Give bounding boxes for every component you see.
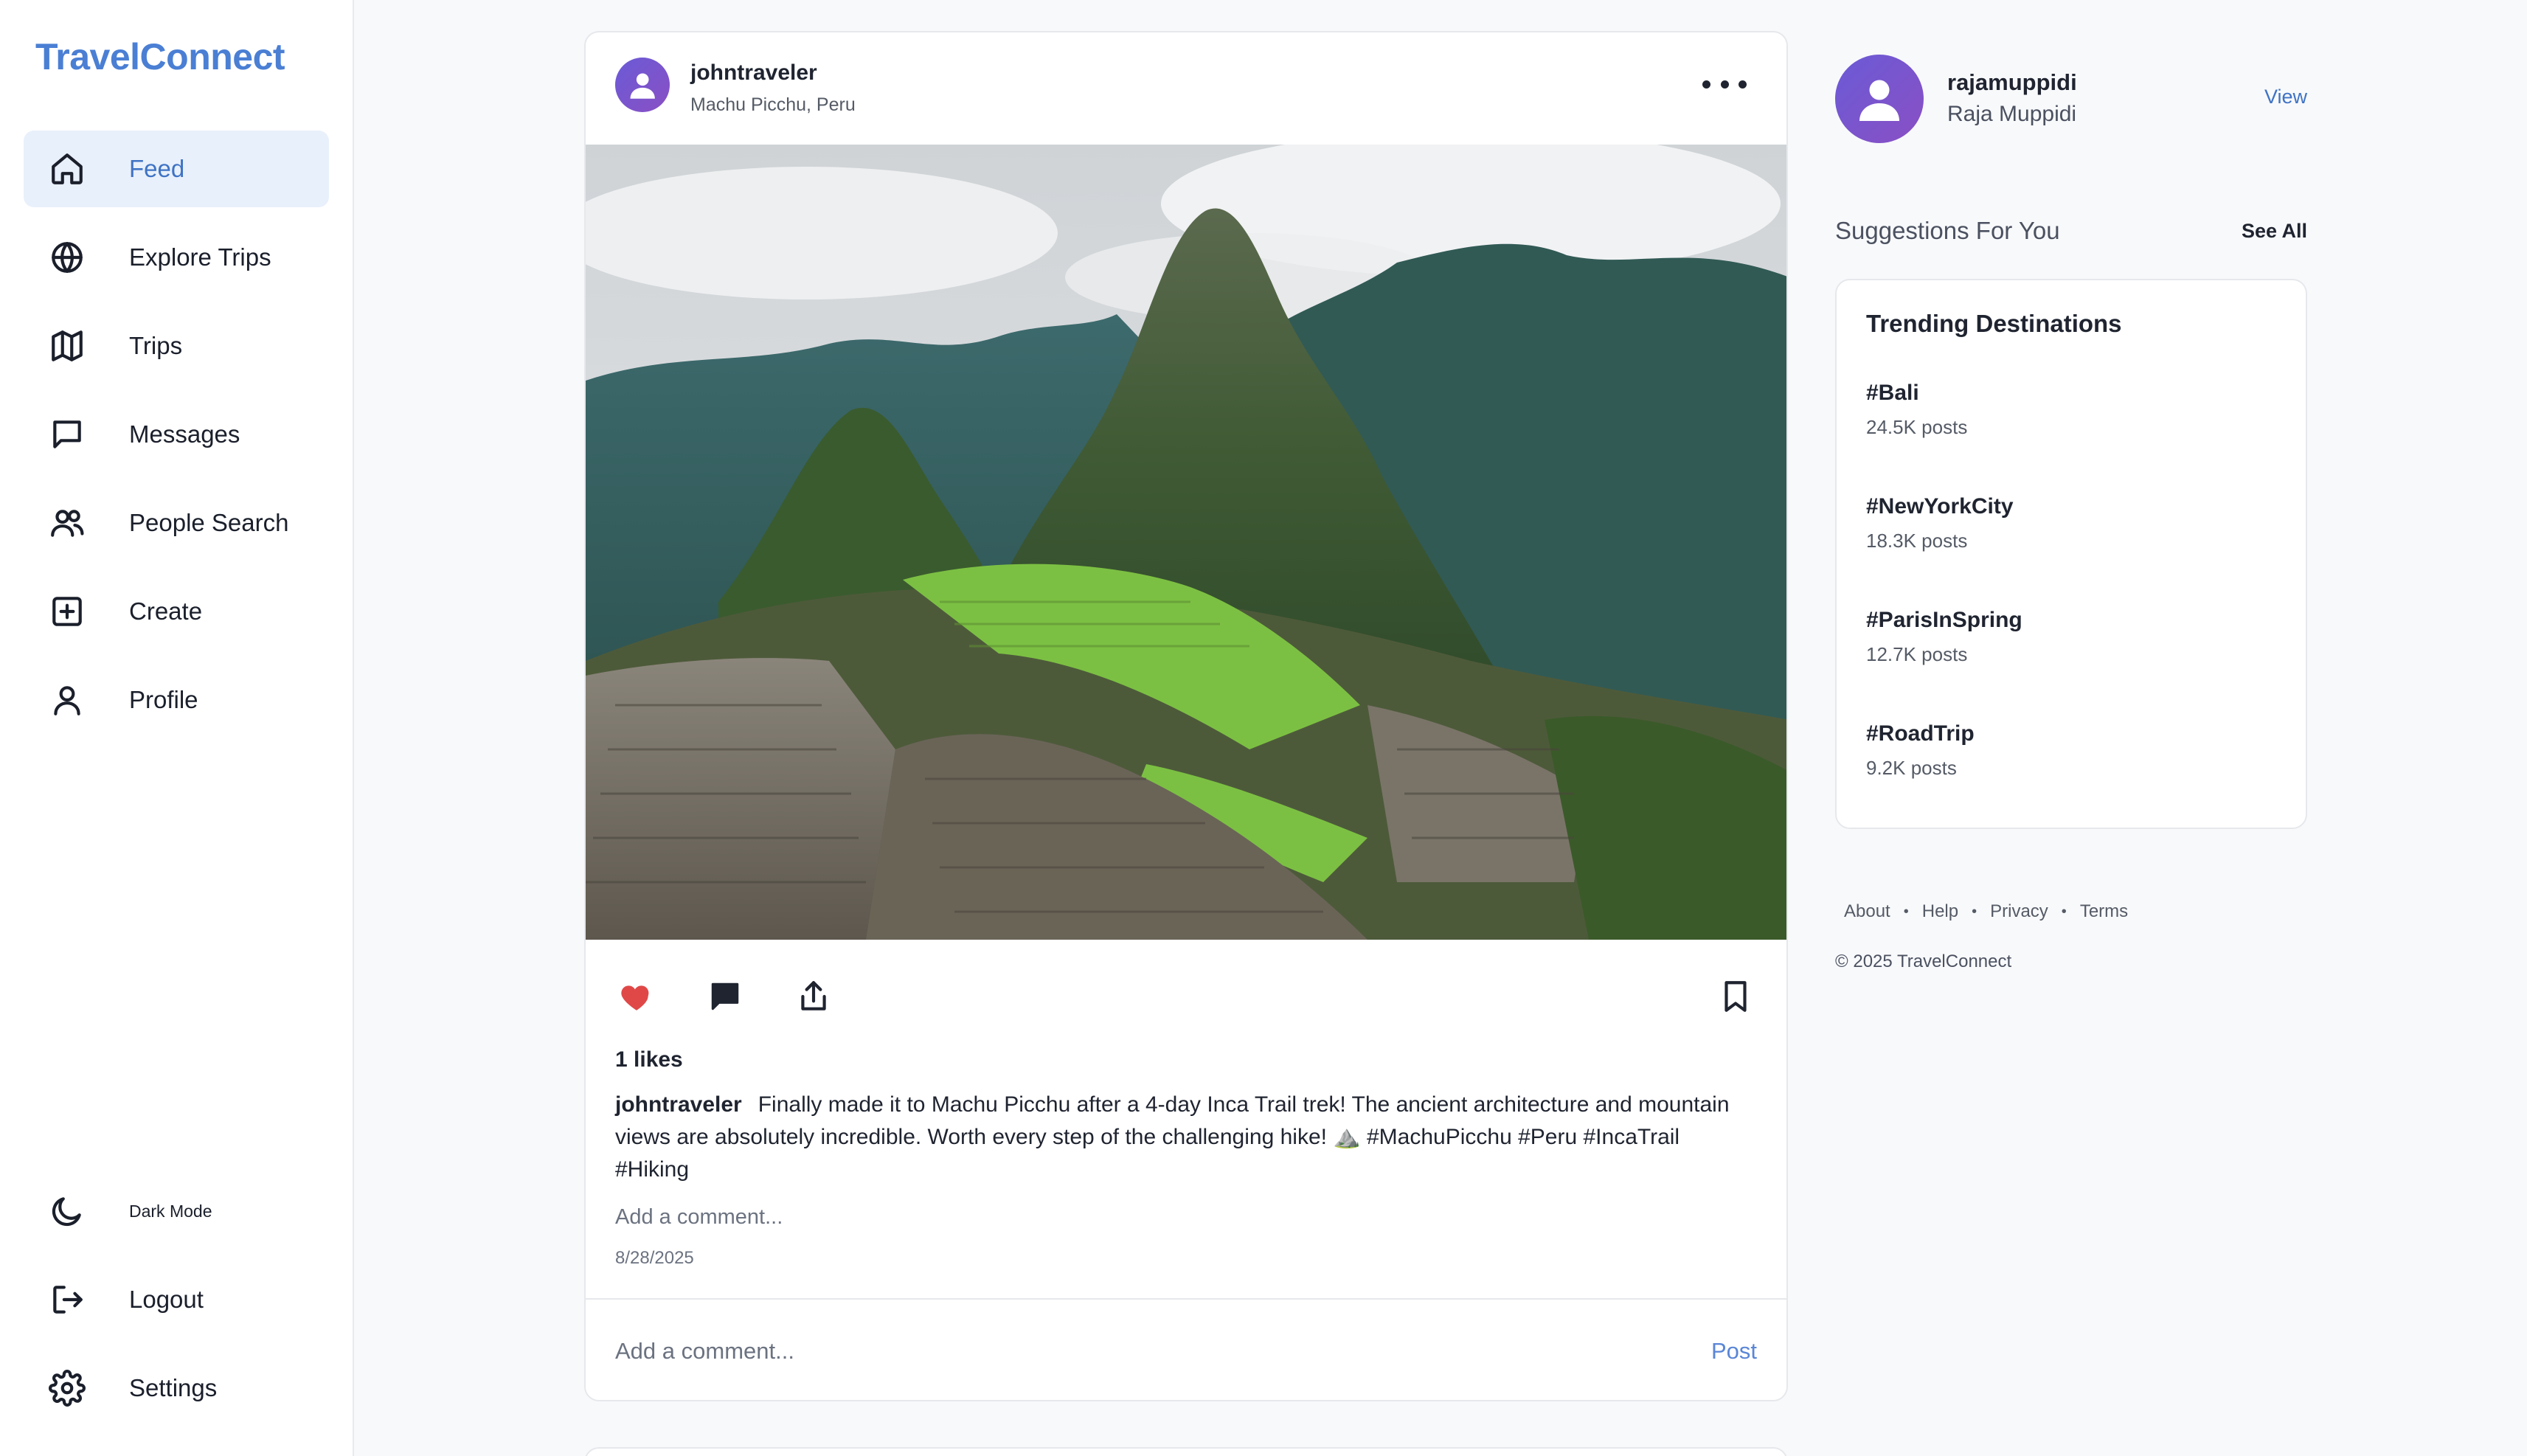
- trending-count: 9.2K posts: [1866, 757, 1957, 779]
- machu-picchu-photo: [586, 145, 1786, 940]
- brand-logo[interactable]: TravelConnect: [35, 35, 285, 78]
- message-icon: [47, 415, 87, 454]
- sidebar-item-trips[interactable]: Trips: [24, 308, 329, 384]
- sidebar-item-label: Settings: [129, 1374, 218, 1401]
- trending-tag: #Bali: [1866, 381, 1919, 405]
- post-header: johntraveler Machu Picchu, Peru: [586, 32, 1786, 145]
- more-options-button[interactable]: [1702, 71, 1747, 97]
- post-caption: johntraveler Finally made it to Machu Pic…: [615, 1089, 1758, 1186]
- share-icon: [801, 981, 826, 1010]
- dot-icon: [1720, 80, 1729, 89]
- comment-input[interactable]: [615, 1329, 1648, 1373]
- map-icon: [47, 326, 87, 366]
- trending-count: 24.5K posts: [1866, 416, 1968, 438]
- dot-icon: [1739, 80, 1747, 89]
- see-all-link[interactable]: See All: [2242, 220, 2307, 243]
- trending-count: 18.3K posts: [1866, 530, 1968, 552]
- sidebar-item-label: Logout: [129, 1286, 204, 1313]
- bookmark-icon: [1724, 981, 1747, 1012]
- sidebar-item-label: Explore Trips: [129, 243, 271, 271]
- users-icon: [47, 503, 87, 543]
- footer-links: About • Help • Privacy • Terms: [1844, 901, 2128, 922]
- feed-post: johntraveler Machu Picchu, Peru 1 likes …: [584, 31, 1788, 1401]
- comment-bar: Post: [586, 1298, 1786, 1400]
- footer-link-privacy[interactable]: Privacy: [1990, 901, 2048, 922]
- post-location[interactable]: Machu Picchu, Peru: [690, 94, 856, 116]
- sidebar-item-label: Dark Mode: [129, 1201, 212, 1221]
- sidebar-item-profile[interactable]: Profile: [24, 662, 329, 738]
- app-root: TravelConnect Feed Explore Trips Trips M…: [0, 0, 2527, 1456]
- sidebar-item-feed[interactable]: Feed: [24, 131, 329, 207]
- moon-icon: [47, 1191, 87, 1231]
- sidebar-item-label: Create: [129, 597, 203, 625]
- comment-icon: [711, 982, 739, 1010]
- sidebar-item-label: Messages: [129, 420, 240, 448]
- footer-link-help[interactable]: Help: [1922, 901, 1958, 922]
- globe-icon: [47, 238, 87, 277]
- save-button[interactable]: [1714, 975, 1757, 1018]
- avatar-user-icon: [630, 73, 655, 99]
- post-date: 8/28/2025: [615, 1248, 694, 1268]
- sidebar-item-logout[interactable]: Logout: [24, 1261, 329, 1338]
- gear-icon: [47, 1368, 87, 1408]
- caption-username[interactable]: johntraveler: [615, 1092, 742, 1117]
- trending-count: 12.7K posts: [1866, 643, 1968, 665]
- current-user-avatar[interactable]: [1835, 55, 1924, 143]
- footer-link-about[interactable]: About: [1844, 901, 1890, 922]
- suggestions-title: Suggestions For You: [1835, 217, 2060, 244]
- separator-dot: •: [1903, 903, 1909, 920]
- trending-item[interactable]: #ParisInSpring 12.7K posts: [1866, 608, 2279, 666]
- sidebar-bottom-nav: Dark Mode Logout Settings: [24, 1173, 329, 1438]
- footer-link-terms[interactable]: Terms: [2080, 901, 2128, 922]
- dot-icon: [1702, 80, 1710, 89]
- next-post-card: [584, 1447, 1788, 1456]
- caption-text: Finally made it to Machu Picchu after a …: [615, 1092, 1730, 1182]
- copyright: © 2025 TravelConnect: [1835, 951, 2012, 971]
- plus-square-icon: [47, 592, 87, 631]
- post-author-avatar[interactable]: [615, 58, 670, 112]
- sidebar-item-label: Profile: [129, 686, 198, 713]
- sidebar-item-label: Trips: [129, 332, 183, 359]
- logout-icon: [47, 1280, 87, 1320]
- home-icon: [47, 149, 87, 189]
- trending-tag: #ParisInSpring: [1866, 608, 2022, 632]
- separator-dot: •: [2061, 903, 2067, 920]
- user-icon: [47, 680, 87, 720]
- sidebar-item-dark-mode[interactable]: Dark Mode: [24, 1173, 329, 1249]
- view-profile-link[interactable]: View: [2264, 86, 2307, 108]
- sidebar-item-settings[interactable]: Settings: [24, 1350, 329, 1426]
- avatar-user-icon: [1859, 80, 1899, 121]
- post-author-username[interactable]: johntraveler: [690, 60, 817, 86]
- trending-title: Trending Destinations: [1866, 310, 2122, 337]
- sidebar-item-label: Feed: [129, 155, 185, 182]
- current-user-name: Raja Muppidi: [1947, 102, 2077, 126]
- comment-button[interactable]: [704, 975, 746, 1018]
- trending-item[interactable]: #Bali 24.5K posts: [1866, 381, 2279, 439]
- like-button[interactable]: [615, 975, 658, 1018]
- trending-tag: #RoadTrip: [1866, 721, 1975, 746]
- post-comment-button[interactable]: Post: [1711, 1338, 1757, 1365]
- heart-icon: [621, 985, 649, 1010]
- sidebar-item-create[interactable]: Create: [24, 573, 329, 650]
- share-button[interactable]: [792, 975, 835, 1018]
- current-user-username[interactable]: rajamuppidi: [1947, 69, 2077, 96]
- trending-destinations-card: Trending Destinations #Bali 24.5K posts …: [1835, 279, 2307, 829]
- trending-item[interactable]: #NewYorkCity 18.3K posts: [1866, 494, 2279, 552]
- post-photo[interactable]: [586, 145, 1786, 940]
- sidebar-item-messages[interactable]: Messages: [24, 396, 329, 473]
- sidebar-item-explore-trips[interactable]: Explore Trips: [24, 219, 329, 296]
- trending-tag: #NewYorkCity: [1866, 494, 2014, 519]
- separator-dot: •: [1972, 903, 1977, 920]
- sidebar-item-label: People Search: [129, 509, 289, 536]
- post-actions: [586, 940, 1786, 1050]
- sidebar: TravelConnect Feed Explore Trips Trips M…: [0, 0, 354, 1456]
- likes-count[interactable]: 1 likes: [615, 1047, 683, 1072]
- sidebar-item-people-search[interactable]: People Search: [24, 485, 329, 561]
- sidebar-nav: Feed Explore Trips Trips Messages People…: [24, 131, 329, 750]
- trending-item[interactable]: #RoadTrip 9.2K posts: [1866, 721, 2279, 780]
- add-comment-link[interactable]: Add a comment...: [615, 1205, 783, 1230]
